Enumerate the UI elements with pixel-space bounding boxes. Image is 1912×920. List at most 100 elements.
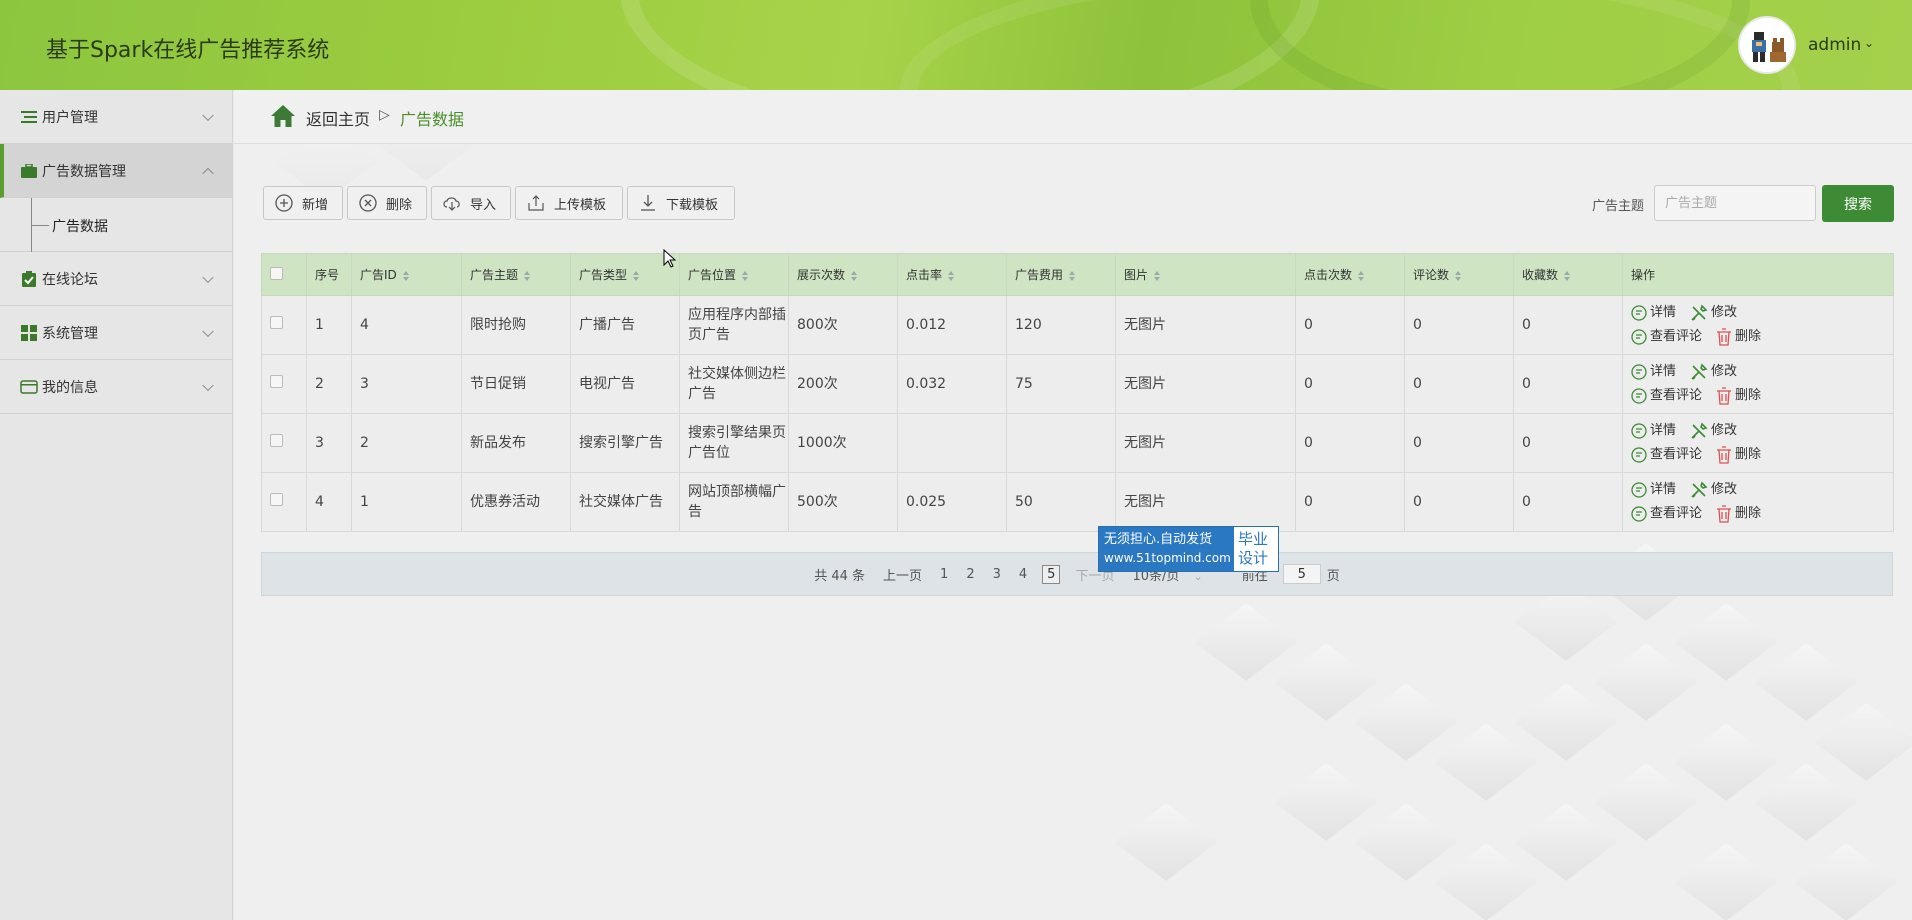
view-comments-button[interactable]: 查看评论 [1631, 327, 1702, 347]
search-label: 广告主题 [1592, 199, 1645, 214]
column-header[interactable]: 广告ID [351, 253, 462, 296]
sort-icon[interactable] [1358, 270, 1365, 281]
edit-button[interactable]: 修改 [1690, 362, 1737, 382]
chevron-up-icon [202, 167, 214, 179]
column-header[interactable]: 展示次数 [788, 253, 898, 296]
column-header[interactable]: 广告主题 [461, 253, 571, 296]
cell-image: 无图片 [1115, 295, 1296, 355]
row-select-cell[interactable] [261, 295, 307, 355]
edit-button[interactable]: 修改 [1690, 421, 1737, 441]
column-header[interactable]: 广告位置 [679, 253, 789, 296]
view-comments-label: 查看评论 [1650, 388, 1703, 403]
sidebar-item-ad-data-management[interactable]: 广告数据管理 [0, 144, 232, 198]
sidebar-item-my-info[interactable]: 我的信息 [0, 360, 232, 414]
sort-icon[interactable] [742, 270, 749, 281]
row-select-cell[interactable] [261, 472, 307, 532]
cell-type: 社交媒体广告 [570, 472, 680, 532]
comment-icon [1631, 388, 1647, 404]
mouse-cursor-icon [663, 249, 677, 268]
delete-row-button[interactable]: 删除 [1716, 386, 1761, 406]
upload-template-button[interactable]: 上传模板 [515, 186, 623, 220]
row-select-cell[interactable] [261, 413, 307, 473]
search-input[interactable] [1654, 185, 1816, 221]
row-checkbox[interactable] [270, 493, 283, 506]
breadcrumb-home-link[interactable]: 返回主页 [306, 106, 370, 130]
app-title: 基于Spark在线广告推荐系统 [46, 38, 330, 63]
view-comments-button[interactable]: 查看评论 [1631, 504, 1702, 524]
column-header: 操作 [1622, 253, 1894, 296]
sort-icon[interactable] [948, 270, 955, 281]
sort-icon[interactable] [633, 270, 640, 281]
sidebar-subitem-ad-data[interactable]: 广告数据 [0, 198, 232, 252]
cell-ctr: 0.012 [897, 295, 1007, 355]
search-button[interactable]: 搜索 [1822, 185, 1894, 222]
column-header[interactable]: 图片 [1115, 253, 1296, 296]
delete-row-label: 删除 [1735, 329, 1762, 344]
detail-button[interactable]: 详情 [1631, 421, 1676, 441]
sort-icon[interactable] [524, 270, 531, 281]
sidebar-item-system-management[interactable]: 系统管理 [0, 306, 232, 360]
table-row: 4 1 优惠券活动 社交媒体广告 网站顶部横幅广告 500次 0.025 50 无图片 0 0 0 详情… [261, 472, 1894, 532]
edit-button[interactable]: 修改 [1690, 303, 1737, 323]
view-comments-button[interactable]: 查看评论 [1631, 386, 1702, 406]
page-number[interactable]: 4 [1019, 567, 1027, 582]
column-header[interactable]: 评论数 [1404, 253, 1514, 296]
pagination-total: 共 44 条 [814, 568, 866, 584]
download-template-button[interactable]: 下载模板 [627, 186, 735, 220]
column-header[interactable]: 点击次数 [1295, 253, 1405, 296]
delete-row-button[interactable]: 删除 [1716, 445, 1761, 465]
row-actions: 详情 修改 查看评论 删除 [1622, 295, 1894, 355]
delete-row-button[interactable]: 删除 [1716, 504, 1761, 524]
cell-type: 搜索引擎广告 [570, 413, 680, 473]
sort-icon[interactable] [1154, 270, 1161, 281]
column-header[interactable]: 收藏数 [1513, 253, 1623, 296]
edit-label: 修改 [1711, 364, 1738, 379]
header-decoration [1250, 0, 1750, 90]
sort-icon[interactable] [851, 270, 858, 281]
page-number[interactable]: 1 [940, 567, 948, 582]
row-select-cell[interactable] [261, 354, 307, 414]
select-all-checkbox[interactable] [270, 266, 283, 280]
user-menu[interactable]: admin [1808, 35, 1861, 55]
row-checkbox[interactable] [270, 316, 283, 329]
sort-icon[interactable] [402, 270, 410, 281]
cell-topic: 新品发布 [461, 413, 571, 473]
edit-button[interactable]: 修改 [1690, 480, 1737, 500]
column-header[interactable]: 点击率 [897, 253, 1007, 296]
detail-button[interactable]: 详情 [1631, 303, 1676, 323]
row-checkbox[interactable] [270, 434, 283, 447]
chevron-down-icon[interactable]: ⌄ [1864, 36, 1874, 50]
sidebar-item-online-forum[interactable]: 在线论坛 [0, 252, 232, 306]
detail-button[interactable]: 详情 [1631, 480, 1676, 500]
page-number[interactable]: 2 [966, 567, 974, 582]
goto-page-input[interactable] [1282, 564, 1321, 584]
sidebar-item-user-management[interactable]: 用户管理 [0, 90, 232, 144]
delete-row-button[interactable]: 删除 [1716, 327, 1761, 347]
select-all-cell[interactable] [261, 253, 307, 296]
id-card-icon [20, 378, 38, 396]
delete-button[interactable]: 删除 [347, 186, 427, 220]
column-header[interactable]: 广告费用 [1006, 253, 1116, 296]
view-comments-label: 查看评论 [1650, 506, 1703, 521]
page-number[interactable]: 3 [993, 567, 1001, 582]
cell-id: 1 [351, 472, 462, 532]
cell-clicks: 0 [1295, 354, 1405, 414]
add-button[interactable]: 新增 [263, 186, 343, 220]
detail-button[interactable]: 详情 [1631, 362, 1676, 382]
import-button[interactable]: 导入 [431, 186, 511, 220]
delete-row-label: 删除 [1735, 447, 1762, 462]
grid-icon [20, 324, 38, 342]
prev-page-button[interactable]: 上一页 [883, 565, 922, 584]
row-checkbox[interactable] [270, 375, 283, 388]
avatar[interactable] [1738, 16, 1796, 74]
cell-position: 应用程序内部插页广告 [679, 295, 789, 355]
page-number-current[interactable]: 5 [1042, 564, 1061, 584]
home-icon[interactable] [270, 104, 296, 128]
sort-icon[interactable] [1455, 270, 1462, 281]
view-comments-button[interactable]: 查看评论 [1631, 445, 1702, 465]
edit-label: 修改 [1711, 305, 1738, 320]
sort-icon[interactable] [1564, 270, 1571, 281]
detail-label: 详情 [1650, 305, 1677, 320]
sort-icon[interactable] [1069, 270, 1076, 281]
watermark-badge: 无须担心.自动发货 www.51topmind.com 毕业 设计 [1098, 526, 1279, 572]
